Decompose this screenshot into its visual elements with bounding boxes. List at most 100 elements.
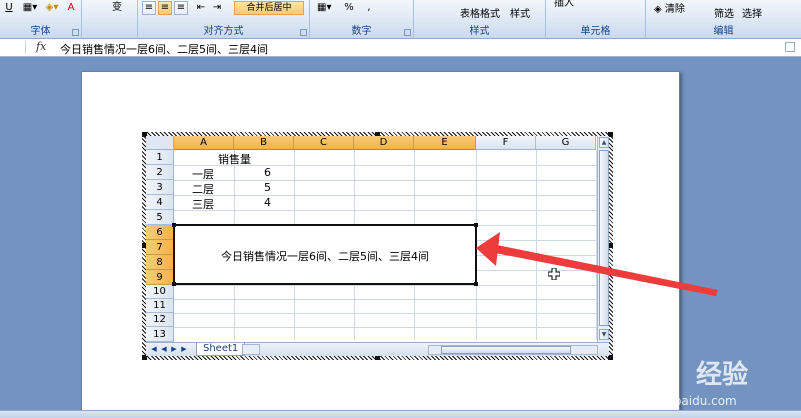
gridline-h	[174, 210, 604, 211]
number-dialog-launcher-icon[interactable]	[404, 29, 411, 36]
select-all-corner[interactable]	[146, 136, 174, 150]
alignment-group: ≡ ≡ ≡ ⇤ ⇥ 合并后居中 对齐方式	[138, 0, 310, 39]
row-header-1[interactable]: 1	[146, 150, 174, 165]
horizontal-scrollbar[interactable]	[428, 345, 598, 355]
column-header-g[interactable]: G	[536, 136, 596, 150]
cell-a1[interactable]: 销售量	[218, 151, 251, 167]
increase-indent-icon[interactable]: ⇥	[210, 1, 224, 15]
fill-color-button[interactable]: ◈▾	[42, 1, 62, 15]
row-header-6[interactable]: 6	[146, 225, 174, 240]
clear-label: 清除	[664, 4, 685, 15]
column-header-a[interactable]: A	[174, 136, 234, 150]
cross-cursor-icon	[548, 268, 560, 280]
align-left-icon[interactable]: ≡	[142, 1, 156, 15]
gridline-h	[174, 195, 604, 196]
number-group: ▦▾ % , 数字	[310, 0, 414, 39]
align-center-icon[interactable]: ≡	[158, 1, 172, 15]
column-header-c[interactable]: C	[294, 136, 354, 150]
callout-handle	[474, 223, 478, 227]
formula-input[interactable]: 今日销售情况一层6间、二层5间、三层4间	[60, 41, 268, 57]
alignment-dialog-launcher-icon[interactable]	[300, 29, 307, 36]
last-sheet-icon[interactable]: ▶	[180, 345, 188, 354]
column-header-f[interactable]: F	[476, 136, 536, 150]
cell-b4[interactable]: 4	[264, 196, 271, 209]
styles-group: 表格格式 样式 样式	[414, 0, 546, 39]
row-header-11[interactable]: 11	[146, 299, 174, 313]
callout-handle	[172, 282, 176, 286]
clear-button[interactable]: ◈ 清除	[654, 0, 685, 15]
gridline-h	[174, 313, 604, 314]
align-right-icon[interactable]: ≡	[174, 1, 188, 15]
watermark-logo: Bai	[616, 352, 667, 387]
cell-a4[interactable]: 三层	[192, 196, 214, 212]
row-header-10[interactable]: 10	[146, 285, 174, 299]
callout-handle	[172, 223, 176, 227]
row-header-2[interactable]: 2	[146, 165, 174, 180]
prev-sheet-icon[interactable]: ◀	[160, 345, 168, 354]
alignment-group-label: 对齐方式	[203, 26, 244, 37]
vertical-scrollbar[interactable]: ▲ ▼	[597, 136, 609, 342]
callout-text: 今日销售情况一层6间、二层5间、三层4间	[221, 250, 429, 263]
select-button[interactable]: 选择	[742, 5, 762, 20]
row-header-7[interactable]: 7	[146, 240, 174, 255]
column-header-e[interactable]: E	[414, 136, 476, 150]
gridline-h	[174, 327, 604, 328]
editing-group: ◈ 清除 筛选 选择 编辑	[646, 0, 801, 39]
insert-button[interactable]: 插入	[554, 0, 574, 9]
cell-a3[interactable]: 二层	[192, 181, 214, 197]
font-group: U ▦▾ ◈▾ A 字体	[0, 0, 82, 39]
accounting-format-icon[interactable]: ▦▾	[316, 1, 332, 15]
filter-button[interactable]: 筛选	[714, 5, 734, 20]
cells-group-label: 单元格	[580, 26, 611, 37]
row-header-4[interactable]: 4	[146, 195, 174, 210]
callout-handle	[474, 282, 478, 286]
scroll-up-icon[interactable]: ▲	[599, 137, 609, 148]
formula-bar-divider	[25, 41, 26, 54]
column-header-d[interactable]: D	[354, 136, 414, 150]
row-header-5[interactable]: 5	[146, 210, 174, 225]
watermark-brand: 经验	[696, 360, 749, 390]
vertical-scroll-thumb[interactable]	[599, 150, 609, 326]
table-format-button[interactable]: 表格格式	[460, 5, 500, 20]
scroll-down-icon[interactable]: ▼	[599, 329, 609, 340]
horizontal-scroll-thumb[interactable]	[441, 346, 571, 354]
merge-center-button[interactable]: 合并后居中	[234, 1, 304, 15]
watermark-url: jingyan.baidu.com	[626, 394, 737, 408]
column-header-b[interactable]: B	[234, 136, 294, 150]
cell-b3[interactable]: 5	[264, 181, 271, 194]
decrease-indent-icon[interactable]: ⇤	[194, 1, 208, 15]
phonetic-button[interactable]: 变	[106, 1, 128, 15]
gridline-h	[174, 299, 604, 300]
sheet-tab-bar: ◀ ◀ ▶ ▶ Sheet1	[146, 342, 609, 356]
ribbon: U ▦▾ ◈▾ A 字体 变 ≡ ≡ ≡ ⇤ ⇥ 合并后居中 对齐方式 ▦▾ %…	[0, 0, 801, 39]
cells-group: 插入 单元格	[546, 0, 646, 39]
next-sheet-icon[interactable]: ▶	[170, 345, 178, 354]
cell-b2[interactable]: 6	[264, 166, 271, 179]
row-header-8[interactable]: 8	[146, 255, 174, 270]
first-sheet-icon[interactable]: ◀	[150, 345, 158, 354]
row-header-12[interactable]: 12	[146, 313, 174, 327]
fx-icon[interactable]: fx	[36, 40, 54, 55]
borders-button[interactable]: ▦▾	[20, 1, 40, 15]
gridline-v	[536, 150, 537, 340]
baidu-jingyan-watermark: Bai 经验 jingyan.baidu.com	[616, 352, 796, 414]
row-header-13[interactable]: 13	[146, 327, 174, 342]
formula-bar: fx 今日销售情况一层6间、二层5间、三层4间	[0, 39, 801, 57]
phonetic-group: 变	[82, 0, 138, 39]
merged-cell-callout[interactable]: 今日销售情况一层6间、二层5间、三层4间	[172, 223, 478, 286]
percent-button[interactable]: %	[342, 1, 356, 15]
cell-style-button[interactable]: 样式	[510, 5, 530, 20]
row-header-9[interactable]: 9	[146, 270, 174, 285]
font-color-button[interactable]: A	[62, 1, 80, 15]
underline-button[interactable]: U	[2, 1, 16, 15]
editing-group-label: 编辑	[713, 26, 734, 37]
formula-expand-icon[interactable]	[785, 42, 795, 52]
insert-sheet-icon[interactable]	[242, 344, 260, 355]
font-dialog-launcher-icon[interactable]	[72, 29, 79, 36]
sheet-tab-sheet1[interactable]: Sheet1	[196, 343, 246, 356]
row-header-3[interactable]: 3	[146, 180, 174, 195]
cell-a2[interactable]: 一层	[192, 166, 214, 182]
styles-group-label: 样式	[469, 26, 490, 37]
number-group-label: 数字	[351, 26, 372, 37]
comma-button[interactable]: ,	[362, 1, 376, 15]
